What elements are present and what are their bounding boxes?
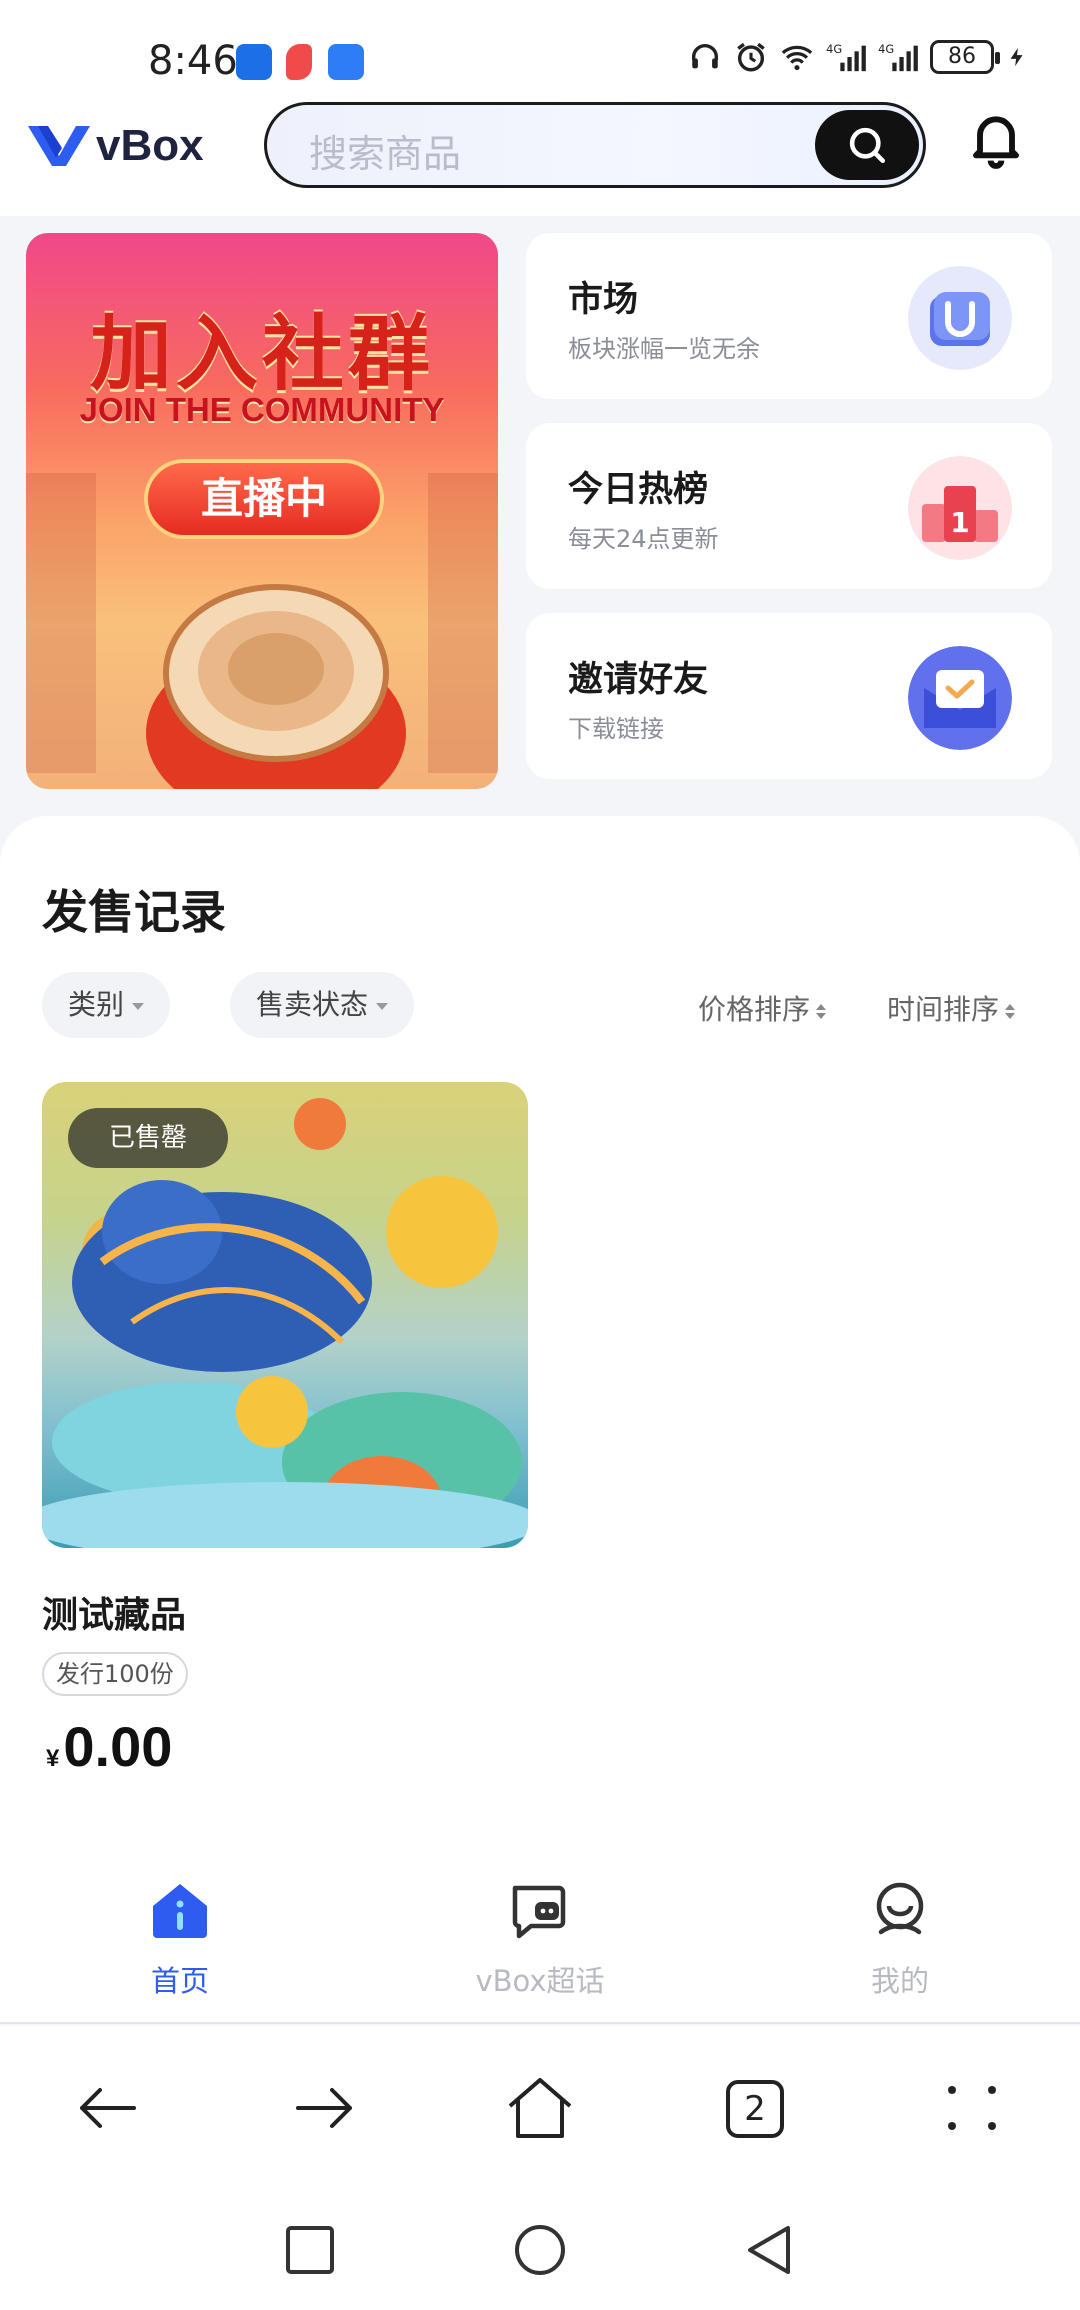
sort-arrows-icon <box>816 1003 827 1019</box>
tab-profile[interactable]: 我的 <box>800 1878 1000 2000</box>
back-triangle-icon[interactable] <box>742 2222 798 2278</box>
recents-square-icon[interactable] <box>282 2222 338 2278</box>
svg-text:4G: 4G <box>826 42 842 56</box>
top-header: vBox 搜索商品 <box>0 100 1080 216</box>
alarm-icon <box>737 42 765 72</box>
video-app-icon <box>328 44 364 80</box>
vbox-logo[interactable]: vBox <box>26 120 204 172</box>
tab-label: 首页 <box>150 1964 209 1998</box>
back-arrow-icon[interactable] <box>70 2070 146 2146</box>
edition-tag: 发行100份 <box>42 1652 188 1696</box>
banner-building-right <box>428 473 498 773</box>
sort-label: 价格排序 <box>698 993 811 1026</box>
tab-label: 我的 <box>870 1964 929 1998</box>
headphones-icon <box>691 44 719 69</box>
svg-text:4G: 4G <box>878 42 894 56</box>
drum-illustration <box>146 584 406 789</box>
menu-card-subtitle: 板块涨幅一览无余 <box>568 335 760 363</box>
chat-bubble-icon <box>512 1885 566 1939</box>
home-icon <box>153 1884 207 1938</box>
sort-by-time[interactable]: 时间排序 <box>887 988 1016 1028</box>
signal-4g-icon: 4G <box>826 42 866 72</box>
signal-4g-icon: 4G <box>878 42 918 72</box>
home-page-icon[interactable] <box>502 2070 578 2146</box>
sort-by-price[interactable]: 价格排序 <box>698 988 827 1028</box>
banner-building-left <box>26 473 96 773</box>
search-button[interactable] <box>815 110 919 180</box>
caret-down-icon <box>376 1002 389 1010</box>
menu-card-title: 邀请好友 <box>568 660 709 700</box>
vbox-logo-icon <box>28 126 90 166</box>
product-image[interactable]: 已售罄 <box>42 1082 528 1548</box>
tab-vbox-topics[interactable]: vBox超话 <box>440 1878 640 2000</box>
home-circle-icon[interactable] <box>512 2222 568 2278</box>
bottom-tab-bar: 首页 vBox超话 我的 <box>0 1856 1080 2024</box>
invite-envelope-icon <box>908 646 1012 750</box>
currency-symbol: ¥ <box>46 1745 60 1772</box>
product-name[interactable]: 测试藏品 <box>42 1586 186 1638</box>
ranking-podium-icon: 1 <box>908 456 1012 560</box>
sort-arrows-icon <box>1005 1003 1016 1019</box>
more-menu-icon[interactable] <box>934 2070 1010 2146</box>
tab-label: vBox超话 <box>475 1964 605 1998</box>
status-bar: 8:46 4G 4G 86 <box>0 0 1080 100</box>
charging-icon <box>1010 47 1023 67</box>
logo-text: vBox <box>96 121 204 170</box>
app-notification-icon <box>236 44 272 80</box>
menu-card-invite[interactable]: 邀请好友 下载链接 <box>526 613 1052 779</box>
app-notification-icon <box>286 44 312 80</box>
menu-card-hot-ranking[interactable]: 今日热榜 每天24点更新 1 <box>526 423 1052 589</box>
profile-face-icon <box>876 1882 924 1935</box>
menu-card-subtitle: 每天24点更新 <box>568 525 719 553</box>
search-input[interactable]: 搜索商品 <box>309 123 461 178</box>
wifi-icon <box>781 45 813 71</box>
sales-record-section: 发售记录 类别 售卖状态 价格排序 时间排序 已售罄 测试藏品 发行100份 ¥… <box>0 816 1080 1856</box>
menu-card-subtitle: 下载链接 <box>568 715 664 743</box>
community-banner[interactable]: 加入社群 JOIN THE COMMUNITY 直播中 <box>26 233 498 789</box>
banner-title: 加入社群 <box>89 306 434 402</box>
filter-sale-status[interactable]: 售卖状态 <box>230 972 415 1038</box>
price-value: 0.00 <box>63 1715 173 1778</box>
sort-label: 时间排序 <box>887 993 1000 1026</box>
caret-down-icon <box>132 1002 145 1010</box>
menu-card-title: 市场 <box>568 280 639 320</box>
banner-subtitle: JOIN THE COMMUNITY <box>79 391 445 428</box>
svg-text:1: 1 <box>950 506 969 539</box>
sold-out-badge: 已售罄 <box>68 1108 228 1168</box>
live-button[interactable]: 直播中 <box>144 459 384 539</box>
browser-toolbar: 2 <box>0 2026 1080 2190</box>
market-u-icon <box>908 266 1012 370</box>
search-icon <box>849 127 886 164</box>
menu-card-title: 今日热榜 <box>568 470 709 510</box>
tabs-counter-button[interactable]: 2 <box>726 2080 784 2138</box>
status-time: 8:46 <box>148 38 238 84</box>
filter-label: 售卖状态 <box>256 988 369 1021</box>
product-price: ¥0.00 <box>46 1714 172 1779</box>
forward-arrow-icon[interactable] <box>286 2070 362 2146</box>
bell-icon[interactable] <box>964 106 1028 170</box>
menu-card-market[interactable]: 市场 板块涨幅一览无余 <box>526 233 1052 399</box>
tab-home[interactable]: 首页 <box>80 1878 280 2000</box>
filter-category[interactable]: 类别 <box>42 972 171 1038</box>
section-title: 发售记录 <box>42 885 226 939</box>
search-bar[interactable]: 搜索商品 <box>264 102 926 188</box>
system-navigation-bar <box>0 2190 1080 2310</box>
filter-label: 类别 <box>68 988 125 1021</box>
battery-indicator: 86 <box>930 40 1000 74</box>
